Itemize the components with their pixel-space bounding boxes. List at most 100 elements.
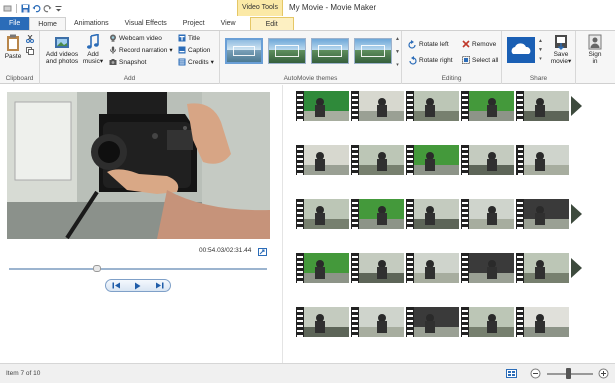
credits-button[interactable]: Credits ▾: [178, 58, 214, 66]
zoom-controls: [506, 368, 612, 380]
storyboard-clip[interactable]: [516, 145, 571, 175]
tab-view[interactable]: View: [213, 17, 244, 30]
storyboard-clip[interactable]: [296, 145, 351, 175]
film-sprocket: [406, 253, 414, 283]
caption-button[interactable]: Caption: [178, 46, 210, 54]
onedrive-share-button[interactable]: [507, 37, 535, 65]
seek-bar[interactable]: [9, 265, 267, 272]
storyboard-clip[interactable]: [516, 253, 571, 283]
seek-thumb[interactable]: [93, 265, 101, 272]
rotate-right-button[interactable]: Rotate right: [408, 56, 453, 65]
ribbon-tabs: File Home Animations Visual Effects Proj…: [0, 16, 615, 30]
save-icon[interactable]: [21, 4, 30, 13]
storyboard-clip[interactable]: [351, 145, 406, 175]
film-sprocket: [516, 199, 524, 229]
webcam-video-button[interactable]: Webcam video: [109, 34, 162, 42]
tab-visual-effects[interactable]: Visual Effects: [117, 17, 175, 30]
storyboard-clip[interactable]: [296, 91, 351, 121]
share-gallery-scroll[interactable]: ▲ ▼ ▾: [538, 38, 543, 62]
thumbnail-size-icon[interactable]: [506, 369, 517, 381]
storyboard-clip[interactable]: [406, 199, 461, 229]
add-videos-and-photos-button[interactable]: Add videos and photos: [44, 34, 80, 65]
storyboard-clip[interactable]: [461, 145, 516, 175]
storyboard-clip[interactable]: [351, 91, 406, 121]
storyboard-clip[interactable]: [296, 253, 351, 283]
add-music-button[interactable]: Add music▾: [80, 34, 106, 65]
previous-frame-button[interactable]: [110, 281, 124, 291]
storyboard-clip[interactable]: [516, 307, 571, 337]
item-count-status: Item 7 of 10: [6, 370, 41, 377]
storyboard-clip[interactable]: [351, 307, 406, 337]
storyboard-clip[interactable]: [516, 91, 571, 121]
tab-file[interactable]: File: [0, 17, 30, 30]
select-all-button[interactable]: Select all: [462, 56, 498, 64]
clip-thumbnail: [524, 307, 569, 337]
storyboard-clip[interactable]: [351, 253, 406, 283]
storyboard-clip[interactable]: [406, 253, 461, 283]
film-sprocket: [461, 253, 469, 283]
share-more-icon[interactable]: ▾: [539, 56, 542, 62]
storyboard-clip[interactable]: [516, 199, 571, 229]
rotate-left-button[interactable]: Rotate left: [408, 40, 449, 49]
user-account-icon: [588, 34, 602, 50]
storyboard-clip[interactable]: [296, 199, 351, 229]
copy-button[interactable]: [26, 47, 34, 55]
pane-splitter[interactable]: [282, 85, 283, 363]
theme-thumbnail[interactable]: [311, 38, 349, 64]
credits-icon: [178, 58, 186, 66]
redo-icon[interactable]: [43, 4, 52, 13]
play-button[interactable]: [131, 281, 145, 291]
playback-timecode: 00:54.03/02:31.44: [199, 247, 252, 254]
tab-animations[interactable]: Animations: [66, 17, 117, 30]
save-movie-button[interactable]: Save movie▾: [548, 34, 574, 65]
tab-project[interactable]: Project: [175, 17, 213, 30]
storyboard-clip[interactable]: [406, 307, 461, 337]
storyboard-clip[interactable]: [461, 91, 516, 121]
film-sprocket: [406, 199, 414, 229]
zoom-in-icon[interactable]: [598, 368, 609, 381]
film-sprocket: [351, 91, 359, 121]
sign-in-button[interactable]: Sign in: [582, 34, 608, 65]
paste-button[interactable]: Paste: [2, 34, 24, 60]
customize-qat-icon[interactable]: [54, 4, 63, 13]
storyboard-clip[interactable]: [296, 307, 351, 337]
sign-in-label-1: Sign: [588, 51, 602, 58]
storyboard-row: [296, 199, 582, 229]
snapshot-button[interactable]: Snapshot: [109, 58, 146, 66]
theme-thumbnail[interactable]: [354, 38, 392, 64]
share-scroll-up-icon[interactable]: ▲: [538, 38, 543, 44]
title-button[interactable]: Title: [178, 34, 200, 42]
video-preview[interactable]: [7, 92, 270, 239]
storyboard-clip[interactable]: [461, 199, 516, 229]
share-scroll-down-icon[interactable]: ▼: [538, 47, 543, 53]
zoom-out-icon[interactable]: [530, 368, 541, 381]
clip-thumbnail: [524, 253, 569, 283]
tab-edit[interactable]: Edit: [249, 17, 294, 30]
storyboard-clip[interactable]: [406, 145, 461, 175]
zoom-slider-thumb[interactable]: [566, 368, 571, 379]
theme-thumbnail[interactable]: [268, 38, 306, 64]
film-sprocket: [296, 91, 304, 121]
scroll-up-icon[interactable]: ▲: [395, 36, 400, 42]
themes-gallery-scroll[interactable]: ▲ ▼ ▾: [394, 36, 401, 68]
storyboard-clip[interactable]: [461, 307, 516, 337]
next-frame-button[interactable]: [152, 281, 166, 291]
transition-arrow-icon: [571, 204, 582, 224]
storyboard-clip[interactable]: [406, 91, 461, 121]
cut-button[interactable]: [26, 35, 34, 43]
main-area: 00:54.03/02:31.44: [0, 85, 615, 363]
more-themes-icon[interactable]: ▾: [396, 62, 399, 68]
film-sprocket: [406, 91, 414, 121]
storyboard-clip[interactable]: [351, 199, 406, 229]
fullscreen-preview-icon[interactable]: [258, 248, 267, 256]
undo-icon[interactable]: [32, 4, 41, 13]
add-group-label: Add: [123, 75, 136, 82]
scroll-down-icon[interactable]: ▼: [395, 49, 400, 55]
remove-button[interactable]: Remove: [462, 40, 496, 48]
record-narration-button[interactable]: Record narration ▾: [109, 46, 173, 54]
playhead-indicator[interactable]: [517, 145, 518, 175]
tab-home[interactable]: Home: [29, 17, 66, 30]
storyboard-clip[interactable]: [461, 253, 516, 283]
automovie-themes-group: ▲ ▼ ▾ AutoMovie themes: [220, 31, 402, 84]
theme-thumbnail[interactable]: [225, 38, 263, 64]
